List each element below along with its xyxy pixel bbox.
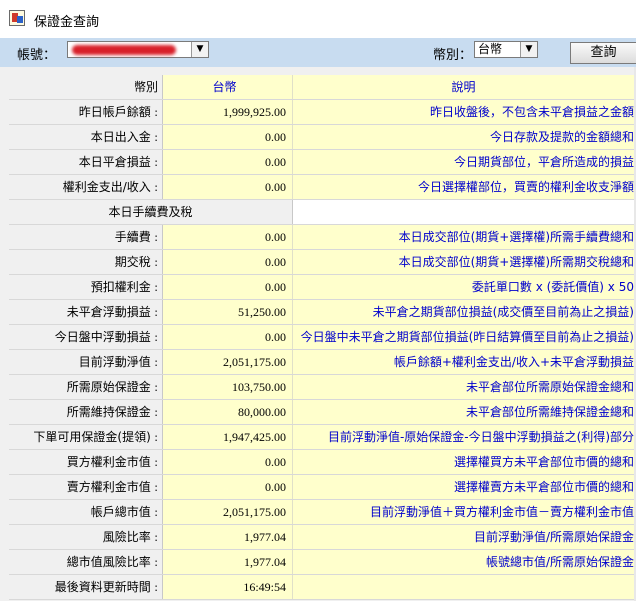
row-description: 今日期貨部位，平倉所造成的損益 bbox=[293, 150, 636, 174]
row-label: 昨日帳戶餘額 bbox=[9, 100, 163, 124]
row-label: 總市值風險比率 bbox=[9, 550, 163, 574]
row-description: 選擇權買方未平倉部位市價的總和 bbox=[293, 450, 636, 474]
row-label: 所需維持保證金 bbox=[9, 400, 163, 424]
row-label: 預扣權利金 bbox=[9, 275, 163, 299]
row-value: 0.00 bbox=[163, 250, 293, 274]
table-row: 預扣權利金0.00委託單口數 x (委託價值) x 50 bbox=[9, 275, 636, 300]
row-description: 帳號總市值/所需原始保證金 bbox=[293, 550, 636, 574]
table-row: 手續費0.00本日成交部位(期貨+選擇權)所需手續費總和 bbox=[9, 225, 636, 250]
currency-value: 台幣 bbox=[478, 42, 503, 56]
row-value: 2,051,175.00 bbox=[163, 500, 293, 524]
table-row: 買方權利金市值0.00選擇權買方未平倉部位市價的總和 bbox=[9, 450, 636, 475]
table-row: 風險比率1,977.04目前浮動淨值/所需原始保證金 bbox=[9, 525, 636, 550]
row-value: 0.00 bbox=[163, 225, 293, 249]
row-description: 委託單口數 x (委託價值) x 50 bbox=[293, 275, 636, 299]
row-label: 本日出入金 bbox=[9, 125, 163, 149]
query-button[interactable]: 查詢 bbox=[570, 42, 636, 64]
row-description: 今日盤中未平倉之期貨部位損益(昨日結算價至目前為止之損益) bbox=[293, 325, 636, 349]
header-currency-value: 台幣 bbox=[163, 75, 293, 99]
row-description: 未平倉部位所需維持保證金總和 bbox=[293, 400, 636, 424]
row-label: 期交稅 bbox=[9, 250, 163, 274]
row-value: 0.00 bbox=[163, 175, 293, 199]
table-row: 帳戶總市值2,051,175.00目前浮動淨值＋買方權利金市值－賣方權利金市值 bbox=[9, 500, 636, 525]
row-description bbox=[293, 575, 636, 599]
section-title: 本日手續費及稅 bbox=[9, 200, 293, 224]
row-description: 目前浮動淨值＋買方權利金市值－賣方權利金市值 bbox=[293, 500, 636, 524]
table-row: 今日盤中浮動損益0.00今日盤中未平倉之期貨部位損益(昨日結算價至目前為止之損益… bbox=[9, 325, 636, 350]
currency-select[interactable]: 台幣 ▼ bbox=[474, 41, 538, 58]
table-header-row: 幣別 台幣 說明 bbox=[9, 75, 636, 100]
row-label: 權利金支出/收入 bbox=[9, 175, 163, 199]
table-row: 最後資料更新時間16:49:54 bbox=[9, 575, 636, 600]
account-label: 帳號： bbox=[17, 48, 57, 63]
row-description: 本日成交部位(期貨+選擇權)所需期交稅總和 bbox=[293, 250, 636, 274]
row-label: 本日平倉損益 bbox=[9, 150, 163, 174]
row-description: 帳戶餘額+權利金支出/收入+未平倉浮動損益 bbox=[293, 350, 636, 374]
row-label: 未平倉浮動損益 bbox=[9, 300, 163, 324]
table-row: 本日平倉損益0.00今日期貨部位，平倉所造成的損益 bbox=[9, 150, 636, 175]
row-value: 0.00 bbox=[163, 450, 293, 474]
row-value: 0.00 bbox=[163, 325, 293, 349]
header-currency-label: 幣別 bbox=[9, 75, 163, 99]
row-value: 0.00 bbox=[163, 475, 293, 499]
row-value: 1,977.04 bbox=[163, 525, 293, 549]
account-select[interactable]: ▼ bbox=[67, 41, 209, 58]
table-row: 總市值風險比率1,977.04帳號總市值/所需原始保證金 bbox=[9, 550, 636, 575]
table-row: 未平倉浮動損益51,250.00未平倉之期貨部位損益(成交價至目前為止之損益) bbox=[9, 300, 636, 325]
table-row: 本日出入金0.00今日存款及提款的金額總和 bbox=[9, 125, 636, 150]
row-value: 103,750.00 bbox=[163, 375, 293, 399]
row-label: 帳戶總市值 bbox=[9, 500, 163, 524]
row-label: 目前浮動淨值 bbox=[9, 350, 163, 374]
row-value: 1,977.04 bbox=[163, 550, 293, 574]
app-icon bbox=[9, 10, 25, 26]
table-row: 下單可用保證金(提領)1,947,425.00目前浮動淨值-原始保證金-今日盤中… bbox=[9, 425, 636, 450]
table-row: 所需原始保證金103,750.00未平倉部位所需原始保證金總和 bbox=[9, 375, 636, 400]
row-description: 昨日收盤後，不包含未平倉損益之金額 bbox=[293, 100, 636, 124]
chevron-down-icon[interactable]: ▼ bbox=[520, 42, 537, 57]
row-label: 手續費 bbox=[9, 225, 163, 249]
table-row: 昨日帳戶餘額1,999,925.00昨日收盤後，不包含未平倉損益之金額 bbox=[9, 100, 636, 125]
query-toolbar: 帳號： ▼ 幣別： 台幣 ▼ 查詢 bbox=[0, 38, 636, 67]
table-row: 期交稅0.00本日成交部位(期貨+選擇權)所需期交稅總和 bbox=[9, 250, 636, 275]
window-title: 保證金查詢 bbox=[34, 15, 100, 30]
row-value: 2,051,175.00 bbox=[163, 350, 293, 374]
row-label: 今日盤中浮動損益 bbox=[9, 325, 163, 349]
row-value: 0.00 bbox=[163, 150, 293, 174]
row-value: 51,250.00 bbox=[163, 300, 293, 324]
row-label: 風險比率 bbox=[9, 525, 163, 549]
redacted-account-mask bbox=[72, 45, 176, 55]
margin-table: 幣別 台幣 說明 昨日帳戶餘額1,999,925.00昨日收盤後，不包含未平倉損… bbox=[9, 75, 636, 600]
table-row: 權利金支出/收入0.00今日選擇權部位，買賣的權利金收支淨額 bbox=[9, 175, 636, 200]
chevron-down-icon[interactable]: ▼ bbox=[191, 42, 208, 57]
row-label: 下單可用保證金(提領) bbox=[9, 425, 163, 449]
row-label: 所需原始保證金 bbox=[9, 375, 163, 399]
header-description: 說明 bbox=[293, 75, 636, 99]
section-row: 本日手續費及稅 bbox=[9, 200, 636, 225]
row-description: 目前浮動淨值/所需原始保證金 bbox=[293, 525, 636, 549]
row-value: 80,000.00 bbox=[163, 400, 293, 424]
row-description: 目前浮動淨值-原始保證金-今日盤中浮動損益之(利得)部分 bbox=[293, 425, 636, 449]
row-value: 16:49:54 bbox=[163, 575, 293, 599]
row-description: 今日選擇權部位，買賣的權利金收支淨額 bbox=[293, 175, 636, 199]
table-row: 所需維持保證金80,000.00未平倉部位所需維持保證金總和 bbox=[9, 400, 636, 425]
row-value: 1,947,425.00 bbox=[163, 425, 293, 449]
row-label: 賣方權利金市值 bbox=[9, 475, 163, 499]
row-description: 今日存款及提款的金額總和 bbox=[293, 125, 636, 149]
row-description: 未平倉之期貨部位損益(成交價至目前為止之損益) bbox=[293, 300, 636, 324]
table-row: 賣方權利金市值0.00選擇權賣方未平倉部位市價的總和 bbox=[9, 475, 636, 500]
currency-label: 幣別： bbox=[433, 48, 473, 63]
row-description: 本日成交部位(期貨+選擇權)所需手續費總和 bbox=[293, 225, 636, 249]
margin-query-window: 保證金查詢 帳號： ▼ 幣別： 台幣 ▼ 查詢 幣別 台幣 說明 昨日帳戶餘額1… bbox=[0, 0, 636, 601]
row-label: 買方權利金市值 bbox=[9, 450, 163, 474]
row-value: 0.00 bbox=[163, 275, 293, 299]
section-blank bbox=[293, 200, 636, 224]
row-label: 最後資料更新時間 bbox=[9, 575, 163, 599]
row-value: 1,999,925.00 bbox=[163, 100, 293, 124]
row-value: 0.00 bbox=[163, 125, 293, 149]
title-bar: 保證金查詢 bbox=[0, 0, 636, 38]
row-description: 未平倉部位所需原始保證金總和 bbox=[293, 375, 636, 399]
table-row: 目前浮動淨值2,051,175.00帳戶餘額+權利金支出/收入+未平倉浮動損益 bbox=[9, 350, 636, 375]
row-description: 選擇權賣方未平倉部位市價的總和 bbox=[293, 475, 636, 499]
